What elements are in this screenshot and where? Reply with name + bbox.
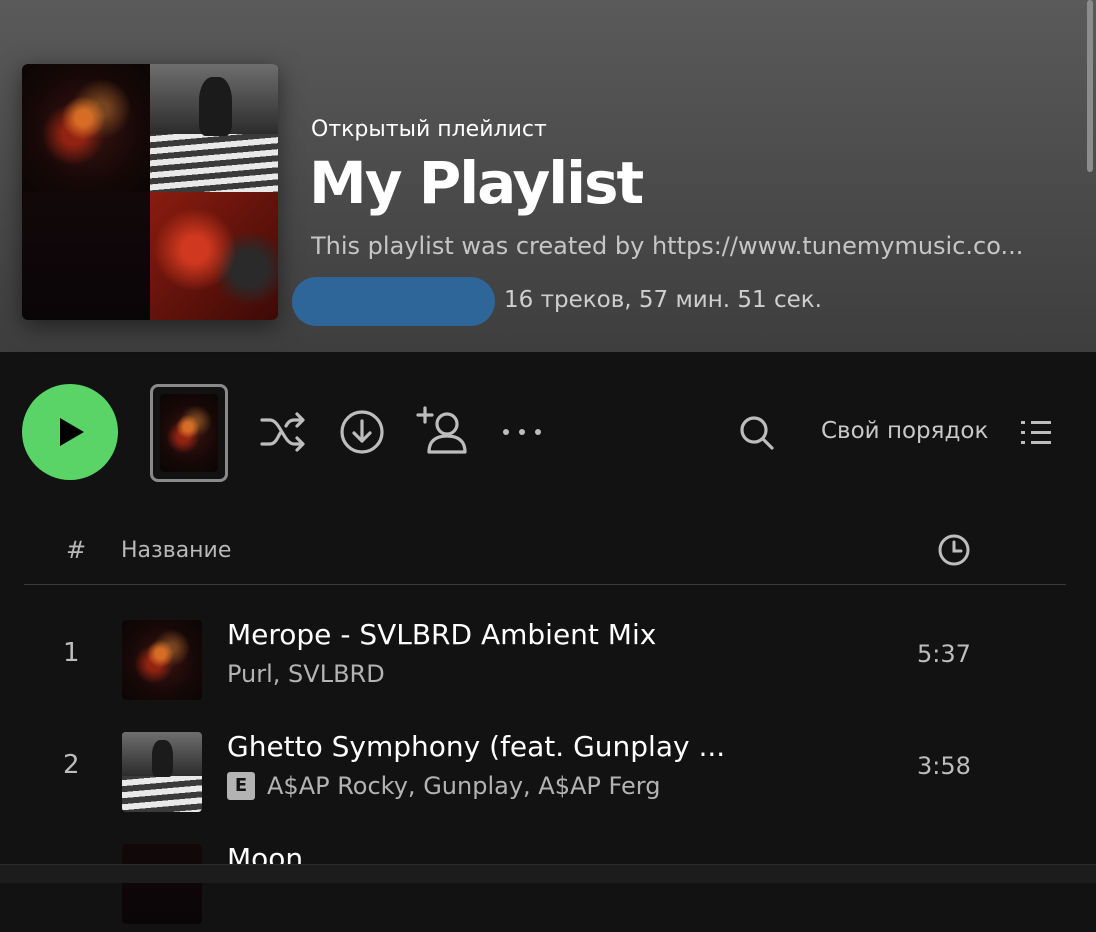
track-number: 1: [63, 638, 80, 668]
track-artwork: [122, 620, 202, 700]
shuffle-icon: [260, 412, 305, 452]
track-row[interactable]: 2 Ghetto Symphony (feat. Gunplay ... E A…: [0, 724, 1096, 820]
more-options-button[interactable]: [500, 420, 544, 444]
playlist-cover[interactable]: [22, 64, 278, 320]
list-view-button[interactable]: [1018, 416, 1054, 450]
download-icon: [340, 410, 384, 454]
sort-order-button[interactable]: Свой порядок: [821, 418, 988, 444]
cover-art-tile: [22, 64, 150, 192]
track-title[interactable]: Ghetto Symphony (feat. Gunplay ...: [227, 730, 725, 763]
column-number-header: #: [66, 536, 87, 564]
cover-art-tile: [150, 192, 278, 320]
track-row[interactable]: 1 Merope - SVLBRD Ambient Mix Purl, SVLB…: [0, 612, 1096, 708]
cover-art-tile: [150, 64, 278, 192]
playlist-description: This playlist was created by https://www…: [311, 232, 1024, 260]
explicit-badge: E: [227, 772, 255, 800]
preview-thumbnail-button[interactable]: [150, 384, 228, 482]
track-title[interactable]: Merope - SVLBRD Ambient Mix: [227, 618, 656, 651]
playlist-meta: 16 треков, 57 мин. 51 сек.: [504, 287, 822, 313]
playlist-type-label: Открытый плейлист: [311, 117, 547, 142]
track-row[interactable]: Moon: [0, 836, 1096, 932]
follow-button[interactable]: [414, 404, 470, 456]
search-button[interactable]: [736, 412, 778, 454]
play-icon: [60, 418, 84, 446]
shuffle-button[interactable]: [256, 408, 310, 456]
list-icon: [1021, 421, 1051, 444]
playlist-title[interactable]: My Playlist: [309, 151, 644, 216]
track-artists-text[interactable]: A$AP Rocky, Gunplay, A$AP Ferg: [267, 772, 660, 800]
track-artists[interactable]: Purl, SVLBRD: [227, 660, 385, 688]
play-button[interactable]: [22, 384, 118, 480]
column-duration-header[interactable]: [936, 532, 972, 568]
download-button[interactable]: [338, 408, 386, 456]
bottom-bar: [0, 864, 1096, 883]
playlist-header: Открытый плейлист My Playlist This playl…: [0, 0, 1096, 352]
cover-art-tile: [22, 192, 150, 320]
track-duration: 5:37: [917, 640, 971, 668]
table-divider: [24, 584, 1066, 585]
track-artists[interactable]: E A$AP Rocky, Gunplay, A$AP Ferg: [227, 772, 660, 800]
clock-icon: [938, 534, 970, 566]
preview-thumbnail: [160, 394, 218, 472]
track-table-header: # Название: [0, 512, 1096, 586]
track-number: 2: [63, 750, 80, 780]
column-title-header[interactable]: Название: [121, 538, 231, 563]
action-bar: Свой порядок: [0, 352, 1096, 512]
track-artwork: [122, 732, 202, 812]
scrollbar[interactable]: [1084, 0, 1096, 175]
search-icon: [740, 416, 774, 450]
more-icon: [503, 429, 541, 435]
add-user-icon: [416, 406, 467, 454]
track-duration: 3:58: [917, 752, 971, 780]
track-artists-text[interactable]: Purl, SVLBRD: [227, 660, 385, 688]
track-artwork: [122, 844, 202, 924]
scrollbar-thumb[interactable]: [1087, 0, 1093, 172]
owner-redacted[interactable]: [292, 277, 495, 326]
